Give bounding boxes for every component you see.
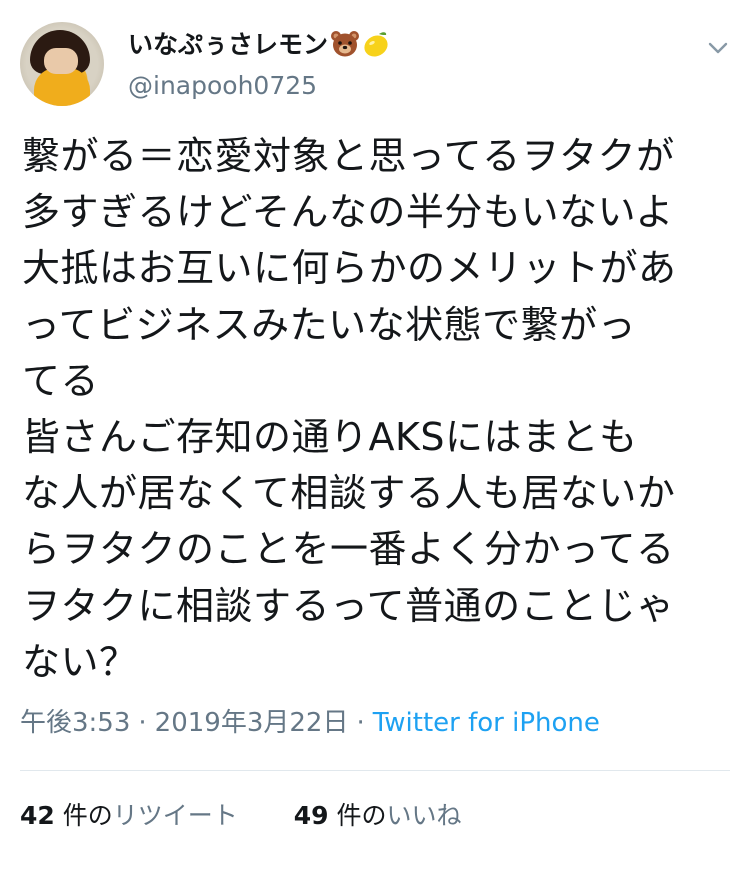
tweet-text-line: ってビジネスみたいな状態で繋がっ <box>22 302 637 347</box>
retweet-label: リツイート <box>112 801 238 830</box>
like-unit: 件の <box>336 801 387 830</box>
retweets-stat[interactable]: 42 件のリツイート <box>20 798 238 834</box>
tweet-stats: 42 件のリツイート 49 件のいいね <box>20 798 462 834</box>
user-handle[interactable]: @inapooh0725 <box>128 69 392 103</box>
tweet-text-line: てる <box>22 358 100 403</box>
tweet-text-line: な人が居なくて相談する人も居ないか <box>22 471 676 516</box>
like-count: 49 <box>293 801 329 830</box>
avatar[interactable] <box>20 22 104 106</box>
tweet-meta: 午後3:53 · 2019年3月22日 · Twitter for iPhone <box>20 706 600 740</box>
tweet-text-line: 繋がる＝恋愛対象と思ってるヲタクが <box>22 134 675 178</box>
lemon-emoji <box>362 30 392 67</box>
divider <box>20 770 730 771</box>
tweet-text-line: 大抵はお互いに何らかのメリットがあ <box>22 246 677 291</box>
retweet-count: 42 <box>20 801 55 830</box>
tweet-detail: いなぷぅさレモン @inapooh0725 繋がる＝恋愛対象と思ってるヲタクが … <box>0 0 750 877</box>
avatar-face <box>44 48 78 74</box>
tweet-source-link[interactable]: Twitter for iPhone <box>373 708 600 738</box>
chevron-down-icon[interactable] <box>704 34 732 62</box>
tweet-text-line: らヲタクのことを一番よく分かってる <box>22 527 675 572</box>
likes-stat[interactable]: 49 件のいいね <box>294 798 462 834</box>
like-label: いいね <box>386 801 462 830</box>
tweet-time[interactable]: 午後3:53 <box>20 708 130 738</box>
display-name[interactable]: いなぷぅさレモン <box>128 30 328 59</box>
bear-face-emoji <box>330 30 360 67</box>
user-names: いなぷぅさレモン @inapooh0725 <box>128 28 392 103</box>
meta-separator: · <box>356 708 365 738</box>
tweet-text: 繋がる＝恋愛対象と思ってるヲタクが 多すぎるけどそんなの半分もいないよ 大抵はお… <box>22 128 734 690</box>
tweet-text-line: ない？ <box>22 639 138 684</box>
display-name-row[interactable]: いなぷぅさレモン <box>128 28 392 67</box>
retweet-unit: 件の <box>62 801 113 830</box>
meta-separator: · <box>138 708 147 738</box>
tweet-header: いなぷぅさレモン @inapooh0725 <box>20 20 732 112</box>
tweet-text-line: 皆さんご存知の通りAKSにはまとも <box>22 415 638 460</box>
tweet-text-line: ヲタクに相談するって普通のことじゃ <box>22 583 675 628</box>
tweet-date[interactable]: 2019年3月22日 <box>155 708 349 738</box>
tweet-text-line: 多すぎるけどそんなの半分もいないよ <box>22 190 674 235</box>
